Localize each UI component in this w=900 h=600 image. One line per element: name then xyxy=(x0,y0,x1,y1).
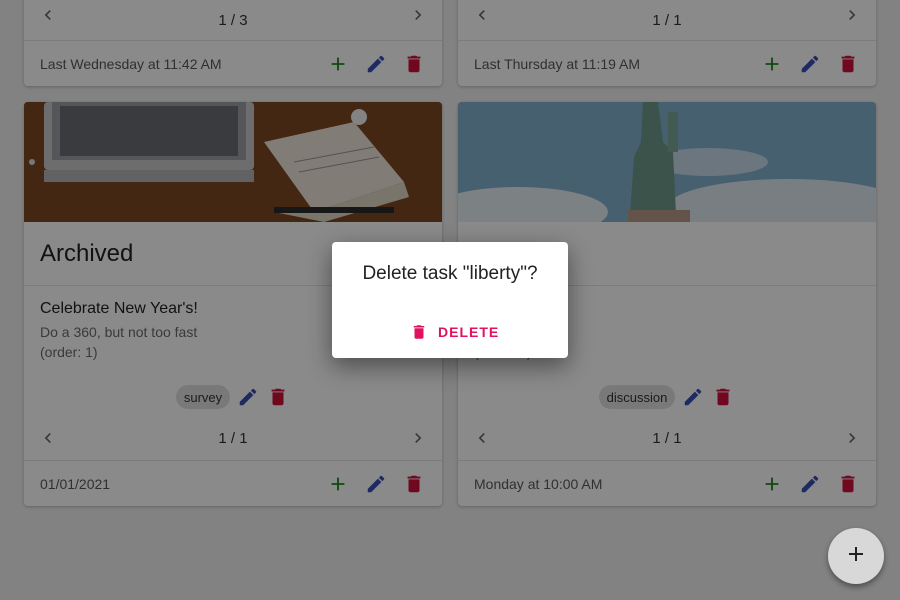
delete-button[interactable]: DELETE xyxy=(402,318,507,346)
dialog-title: Delete task "liberty"? xyxy=(362,263,538,284)
add-fab-button[interactable] xyxy=(828,528,884,584)
delete-task-dialog: Delete task "liberty"? DELETE xyxy=(332,242,568,358)
trash-icon xyxy=(410,323,428,341)
plus-icon xyxy=(844,542,868,571)
delete-button-label: DELETE xyxy=(438,324,500,340)
